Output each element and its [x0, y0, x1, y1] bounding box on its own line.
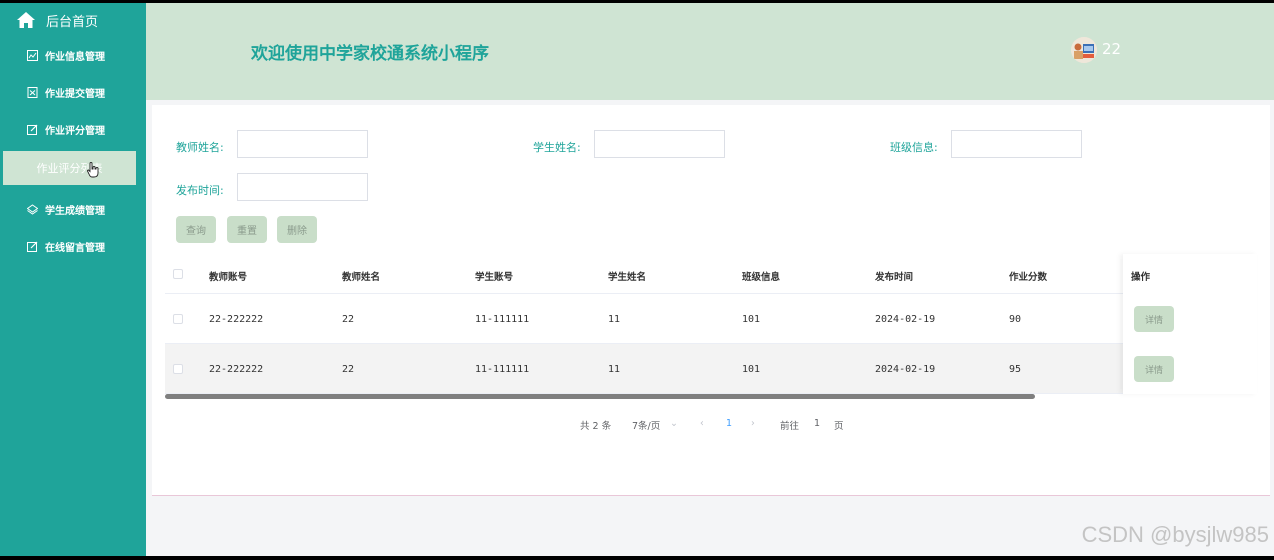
- publish-time-cell: 2024-02-19: [875, 364, 936, 375]
- select-all-checkbox[interactable]: [173, 269, 183, 279]
- student-name-cell: 11: [608, 364, 621, 375]
- goto-label: 前往: [780, 421, 800, 432]
- page-size-select[interactable]: 7条/页: [632, 418, 660, 432]
- avatar[interactable]: [1071, 37, 1097, 63]
- sidebar-item-online-messages[interactable]: 在线留言管理: [0, 228, 146, 265]
- query-button[interactable]: 查询: [176, 216, 216, 243]
- next-page-icon[interactable]: ›: [751, 418, 755, 429]
- content-card: 教师姓名: 学生姓名: 班级信息: 发布时间: 查询 重置 删除 教师账号 教师…: [152, 105, 1270, 496]
- app-window: 后台首页 作业信息管理 作业提交管理 作业评分管理 作业评分列表 学生成绩管理 …: [0, 3, 1274, 556]
- class-cell: 101: [742, 314, 761, 325]
- fixed-action-column: 操作 详情 详情: [1123, 254, 1257, 394]
- avatar-image-icon: [1071, 37, 1097, 63]
- column-header[interactable]: 学生姓名: [608, 269, 646, 283]
- publish-time-input[interactable]: [237, 173, 368, 201]
- column-header[interactable]: 班级信息: [742, 269, 780, 283]
- chevron-down-icon[interactable]: ⌄: [670, 418, 678, 429]
- data-table: 教师账号 教师姓名 学生账号 学生姓名 班级信息 发布时间 作业分数 22-22…: [165, 254, 1257, 399]
- sidebar-home-label: 后台首页: [46, 14, 99, 30]
- page-number[interactable]: 1: [726, 418, 732, 429]
- hand-cursor-icon: [87, 162, 99, 178]
- layers-icon: [27, 204, 38, 215]
- horizontal-scrollbar[interactable]: [165, 394, 1035, 399]
- pagination-total: 共 2 条: [580, 421, 612, 432]
- table-row[interactable]: 22-222222 22 11-111111 11 101 2024-02-19…: [165, 294, 1257, 344]
- header: 欢迎使用中学家校通系统小程序 22: [146, 3, 1274, 100]
- column-header[interactable]: 教师账号: [209, 269, 247, 283]
- class-info-input[interactable]: [951, 130, 1082, 158]
- teacher-name-input[interactable]: [237, 130, 368, 158]
- publish-time-cell: 2024-02-19: [875, 314, 936, 325]
- sidebar-home[interactable]: 后台首页: [0, 3, 146, 37]
- column-header[interactable]: 发布时间: [875, 269, 913, 283]
- table-row[interactable]: 22-222222 22 11-111111 11 101 2024-02-19…: [165, 344, 1257, 394]
- sidebar-item-label: 学生成绩管理: [45, 206, 105, 217]
- document-icon: [27, 87, 38, 98]
- score-cell: 90: [1009, 314, 1022, 325]
- teacher-name-cell: 22: [342, 364, 355, 375]
- row-checkbox[interactable]: [173, 314, 183, 324]
- sidebar-item-label: 作业评分管理: [45, 126, 105, 137]
- watermark: CSDN @bysjlw985: [1081, 522, 1269, 547]
- teacher-account-cell: 22-222222: [209, 364, 264, 375]
- teacher-name-label: 教师姓名:: [176, 141, 224, 154]
- sidebar-item-label: 作业提交管理: [45, 89, 105, 100]
- student-name-input[interactable]: [594, 130, 725, 158]
- page-suffix: 页: [834, 421, 844, 432]
- sidebar-subitem-grading-list[interactable]: 作业评分列表: [3, 151, 136, 185]
- sidebar-item-homework-info[interactable]: 作业信息管理: [0, 37, 146, 74]
- class-cell: 101: [742, 364, 761, 375]
- reset-button[interactable]: 重置: [227, 216, 267, 243]
- delete-button[interactable]: 删除: [277, 216, 317, 243]
- student-name-cell: 11: [608, 314, 621, 325]
- sidebar-item-homework-submit[interactable]: 作业提交管理: [0, 74, 146, 111]
- student-name-label: 学生姓名:: [533, 141, 581, 154]
- publish-time-label: 发布时间:: [176, 184, 224, 197]
- goto-input[interactable]: 1: [814, 418, 820, 429]
- sidebar-item-label: 在线留言管理: [45, 243, 105, 254]
- table-header: 教师账号 教师姓名 学生账号 学生姓名 班级信息 发布时间 作业分数: [165, 254, 1257, 294]
- student-account-cell: 11-111111: [475, 314, 530, 325]
- class-info-label: 班级信息:: [890, 141, 938, 154]
- sidebar: 后台首页 作业信息管理 作业提交管理 作业评分管理 作业评分列表 学生成绩管理 …: [0, 3, 146, 556]
- column-header: 操作: [1131, 272, 1151, 283]
- sidebar-item-student-scores[interactable]: 学生成绩管理: [0, 191, 146, 228]
- username[interactable]: 22: [1102, 40, 1121, 58]
- prev-page-icon[interactable]: ‹: [700, 418, 704, 429]
- home-icon: [17, 12, 35, 28]
- chart-icon: [27, 50, 38, 61]
- detail-button[interactable]: 详情: [1134, 306, 1174, 332]
- sidebar-item-label: 作业信息管理: [45, 52, 105, 63]
- column-header[interactable]: 学生账号: [475, 269, 513, 283]
- column-header[interactable]: 教师姓名: [342, 269, 380, 283]
- teacher-account-cell: 22-222222: [209, 314, 264, 325]
- teacher-name-cell: 22: [342, 314, 355, 325]
- row-checkbox[interactable]: [173, 364, 183, 374]
- sidebar-item-homework-grading[interactable]: 作业评分管理: [0, 111, 146, 148]
- student-account-cell: 11-111111: [475, 364, 530, 375]
- detail-button[interactable]: 详情: [1134, 356, 1174, 382]
- page-title: 欢迎使用中学家校通系统小程序: [251, 44, 489, 64]
- column-header[interactable]: 作业分数: [1009, 269, 1047, 283]
- edit-icon: [27, 241, 38, 252]
- score-cell: 95: [1009, 364, 1022, 375]
- edit-icon: [27, 124, 38, 135]
